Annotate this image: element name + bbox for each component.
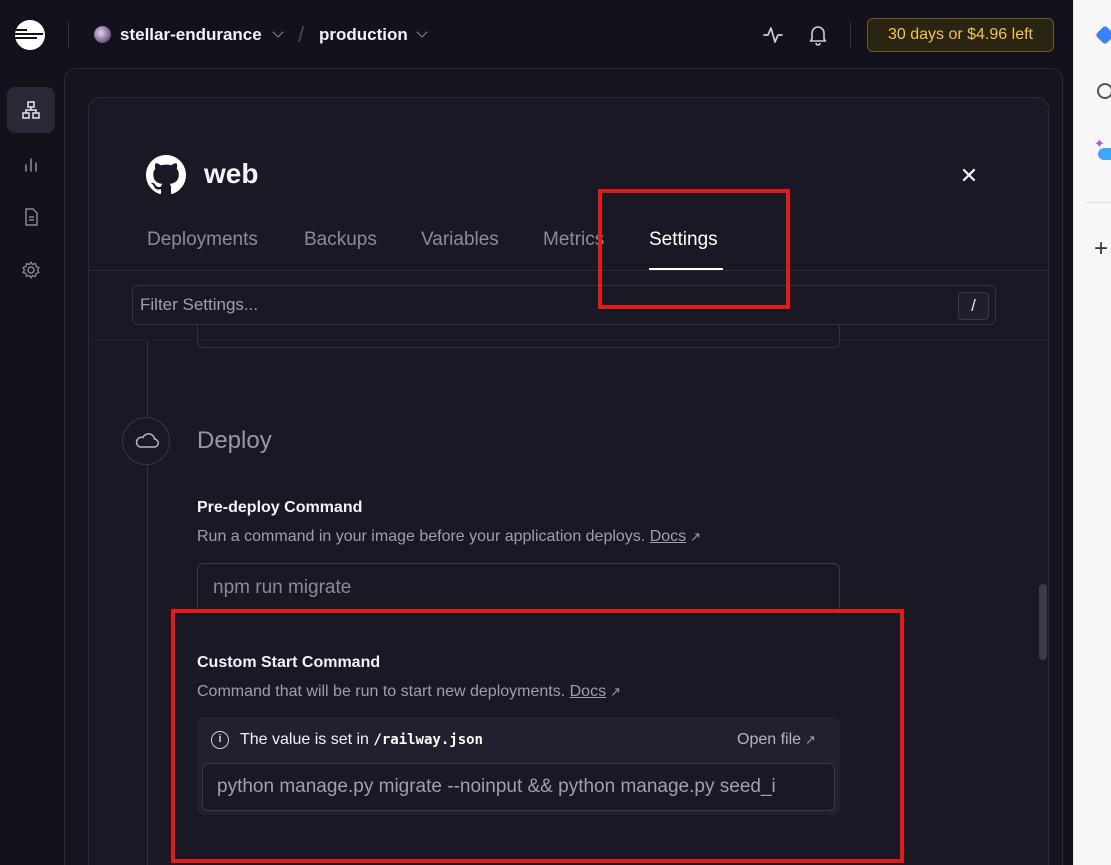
github-icon: [146, 155, 186, 195]
close-icon[interactable]: ✕: [958, 165, 980, 187]
start-command-description-text: Command that will be run to start new de…: [197, 683, 566, 700]
rail-item-logs[interactable]: [7, 194, 55, 240]
left-rail: [0, 68, 62, 865]
metrics-icon: [25, 158, 37, 172]
rail-item-settings[interactable]: [7, 247, 55, 293]
info-icon: i: [211, 731, 229, 749]
copilot-diamond-icon[interactable]: [1094, 24, 1111, 46]
filter-settings-input[interactable]: [132, 285, 996, 325]
predeploy-description: Run a command in your image before your …: [197, 528, 701, 546]
tab-settings[interactable]: Settings: [649, 229, 718, 251]
project-name[interactable]: stellar-endurance: [120, 25, 262, 45]
predeploy-command-placeholder: npm run migrate: [213, 577, 352, 598]
browser-sidebar: +: [1073, 0, 1111, 865]
service-title: web: [204, 158, 259, 189]
topbar-divider-2: [850, 22, 851, 48]
logs-icon: [25, 208, 38, 226]
environment-chevron-down-icon[interactable]: [416, 26, 428, 38]
trial-badge[interactable]: 30 days or $4.96 left: [867, 18, 1054, 52]
weather-icon[interactable]: [1094, 136, 1111, 162]
browser-sidebar-divider: [1086, 202, 1111, 203]
settings-icon: [22, 261, 40, 279]
open-file-link[interactable]: Open file ↗: [737, 731, 816, 749]
predeploy-label: Pre-deploy Command: [197, 499, 363, 516]
tabs-divider: [89, 270, 1048, 271]
config-file-note: The value is set in /railway.json: [240, 731, 483, 749]
rail-item-metrics[interactable]: [7, 142, 55, 188]
start-command-description: Command that will be run to start new de…: [197, 683, 621, 701]
breadcrumb-separator: /: [298, 22, 305, 47]
external-link-icon: ↗: [610, 684, 621, 699]
deploy-section-title: Deploy: [197, 427, 272, 454]
cloud-icon: [135, 433, 159, 448]
predeploy-description-text: Run a command in your image before your …: [197, 528, 646, 545]
panel-scrollbar[interactable]: [1039, 584, 1047, 660]
filter-divider: [89, 340, 1048, 341]
tab-variables[interactable]: Variables: [421, 229, 499, 251]
topbar-divider: [68, 22, 69, 48]
open-file-label: Open file: [737, 731, 802, 748]
add-icon[interactable]: +: [1094, 237, 1111, 261]
project-chevron-down-icon[interactable]: [272, 26, 284, 38]
predeploy-docs-link[interactable]: Docs: [650, 528, 686, 545]
architecture-icon: [22, 101, 40, 119]
config-file-path: /railway.json: [373, 732, 483, 748]
tab-deployments[interactable]: Deployments: [147, 229, 258, 251]
start-command-input[interactable]: python manage.py migrate --noinput && py…: [202, 763, 835, 811]
filter-settings-placeholder: Filter Settings...: [140, 295, 259, 314]
tab-backups[interactable]: Backups: [304, 229, 377, 251]
deploy-section-marker: [122, 417, 170, 465]
railway-logo-icon[interactable]: [15, 20, 45, 50]
bell-icon[interactable]: [808, 24, 828, 46]
activity-icon[interactable]: [762, 24, 784, 46]
start-command-docs-link[interactable]: Docs: [570, 683, 606, 700]
rail-item-architecture[interactable]: [7, 87, 55, 133]
topbar: stellar-endurance / production 30 days o…: [0, 0, 1073, 68]
external-link-icon: ↗: [805, 732, 816, 747]
external-link-icon: ↗: [690, 529, 702, 544]
filter-shortcut-key: /: [958, 292, 989, 320]
start-command-value: python manage.py migrate --noinput && py…: [217, 776, 776, 797]
search-icon[interactable]: [1094, 80, 1111, 102]
config-file-note-text: The value is set in: [240, 731, 369, 748]
project-avatar[interactable]: [94, 26, 111, 43]
start-command-label: Custom Start Command: [197, 654, 381, 671]
environment-name[interactable]: production: [319, 25, 408, 45]
tab-metrics[interactable]: Metrics: [543, 229, 604, 251]
